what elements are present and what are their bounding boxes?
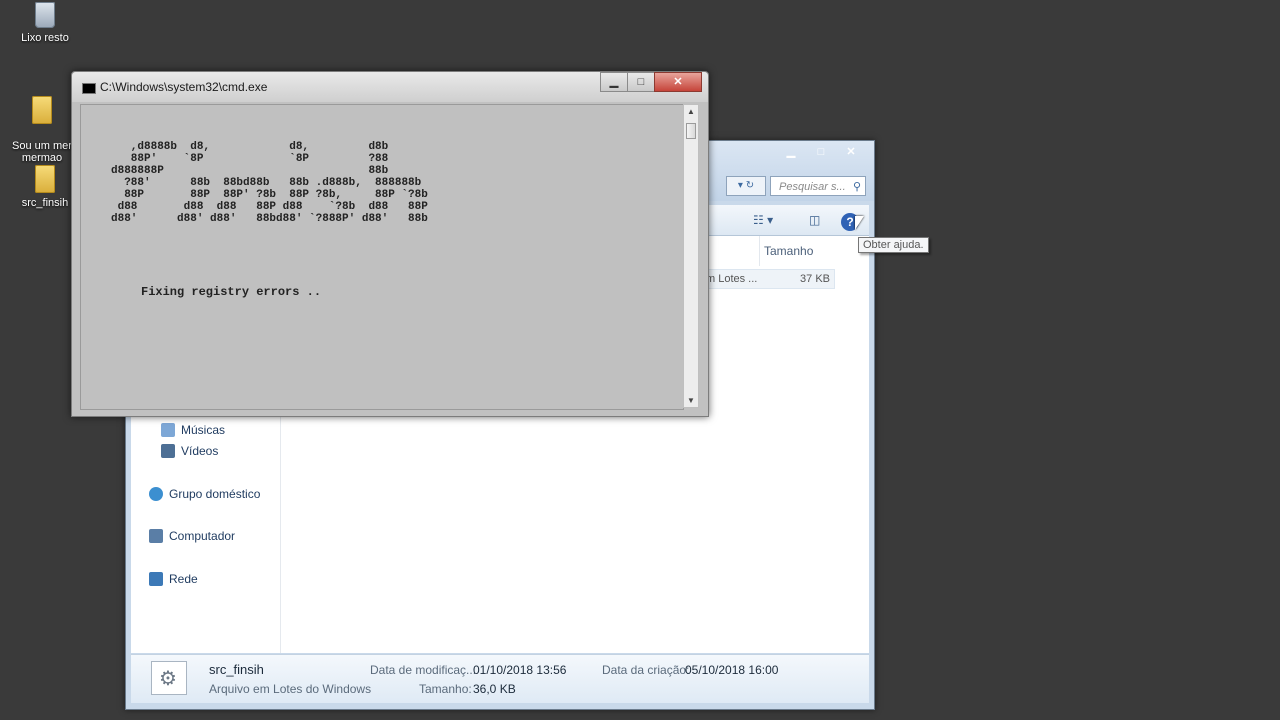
view-options-icon[interactable]: ☷ ▾ — [753, 211, 773, 229]
scroll-thumb[interactable] — [686, 123, 696, 139]
minimize-button[interactable]: ▁ — [776, 143, 806, 161]
close-button[interactable]: ✕ — [654, 72, 702, 92]
details-created-label: Data da criação: — [602, 663, 690, 677]
details-filename: src_finsih — [209, 662, 264, 677]
nav-item-label: Grupo doméstico — [169, 487, 261, 501]
column-separator — [759, 236, 760, 266]
details-size-value: 36,0 KB — [473, 682, 516, 696]
desktop-icon-recycle-bin[interactable]: Lixo resto — [5, 2, 85, 44]
recycle-bin-icon — [35, 2, 55, 28]
homegroup-icon — [149, 487, 163, 501]
cmd-caption-buttons: ▁ □ ✕ — [600, 72, 702, 92]
desktop-icon-label: Lixo resto — [21, 32, 69, 44]
nav-item-label: Vídeos — [181, 444, 219, 458]
file-row-size: 37 KB — [800, 273, 830, 285]
search-icon: ⚲ — [852, 181, 861, 193]
cmd-title: C:\Windows\system32\cmd.exe — [100, 80, 268, 94]
maximize-button[interactable]: □ — [806, 143, 836, 161]
mouse-cursor-icon — [855, 216, 864, 230]
file-row-type: m Lotes ... — [706, 273, 758, 285]
cmd-window: C:\Windows\system32\cmd.exe ▁ □ ✕ ,d8888… — [71, 71, 709, 417]
refresh-button[interactable]: ▾ ↻ — [726, 176, 766, 196]
maximize-button[interactable]: □ — [627, 72, 655, 92]
file-row[interactable]: m Lotes ... 37 KB — [701, 269, 835, 289]
console-output[interactable]: ,d8888b d8, d8, d8b 88P' `8P `8P ?88 d88… — [80, 104, 684, 410]
explorer-caption-buttons: ▁ □ ✕ — [776, 143, 866, 161]
cmd-icon — [82, 83, 96, 94]
computer-icon — [149, 529, 163, 543]
search-placeholder: Pesquisar s... — [779, 181, 846, 193]
nav-item-music[interactable]: Músicas — [161, 423, 225, 437]
nav-item-homegroup[interactable]: Grupo doméstico — [149, 487, 260, 501]
details-modified-label: Data de modificaç... — [370, 663, 477, 677]
folder-icon — [35, 165, 55, 193]
desktop-icon-label: Sou um mer mermao — [12, 140, 72, 164]
status-line: Fixing registry errors .. — [141, 285, 322, 299]
music-icon — [161, 423, 175, 437]
desktop-icon-label: src_finsih — [21, 197, 69, 209]
help-tooltip: Obter ajuda. — [858, 237, 929, 253]
search-input[interactable]: Pesquisar s... ⚲ — [770, 176, 866, 196]
nav-item-network[interactable]: Rede — [149, 572, 198, 586]
details-modified-value: 01/10/2018 13:56 — [473, 663, 567, 677]
batch-file-icon — [151, 661, 187, 695]
details-pane: src_finsih Arquivo em Lotes do Windows D… — [131, 654, 869, 703]
desktop-icon-folder-sou-um[interactable]: Sou um mer mermao — [2, 84, 82, 164]
vertical-scrollbar[interactable]: ▲ ▼ — [683, 104, 699, 408]
cmd-titlebar[interactable]: C:\Windows\system32\cmd.exe ▁ □ ✕ — [72, 72, 708, 102]
details-filetype: Arquivo em Lotes do Windows — [209, 682, 372, 696]
nav-item-label: Músicas — [181, 423, 226, 437]
network-icon — [149, 572, 163, 586]
nav-item-videos[interactable]: Vídeos — [161, 444, 218, 458]
minimize-button[interactable]: ▁ — [600, 72, 628, 92]
nav-item-computer[interactable]: Computador — [149, 529, 235, 543]
details-size-label: Tamanho: — [419, 682, 472, 696]
ascii-art-banner: ,d8888b d8, d8, d8b 88P' `8P `8P ?88 d88… — [111, 141, 428, 225]
nav-item-label: Computador — [169, 529, 236, 543]
nav-item-label: Rede — [169, 572, 198, 586]
video-icon — [161, 444, 175, 458]
scroll-down-icon[interactable]: ▼ — [687, 396, 695, 405]
preview-pane-icon[interactable]: ◫ — [809, 211, 820, 229]
folder-icon — [32, 96, 52, 124]
details-created-value: 05/10/2018 16:00 — [685, 663, 779, 677]
column-header-size[interactable]: Tamanho — [764, 244, 813, 258]
scroll-up-icon[interactable]: ▲ — [687, 107, 695, 116]
close-button[interactable]: ✕ — [836, 143, 866, 161]
